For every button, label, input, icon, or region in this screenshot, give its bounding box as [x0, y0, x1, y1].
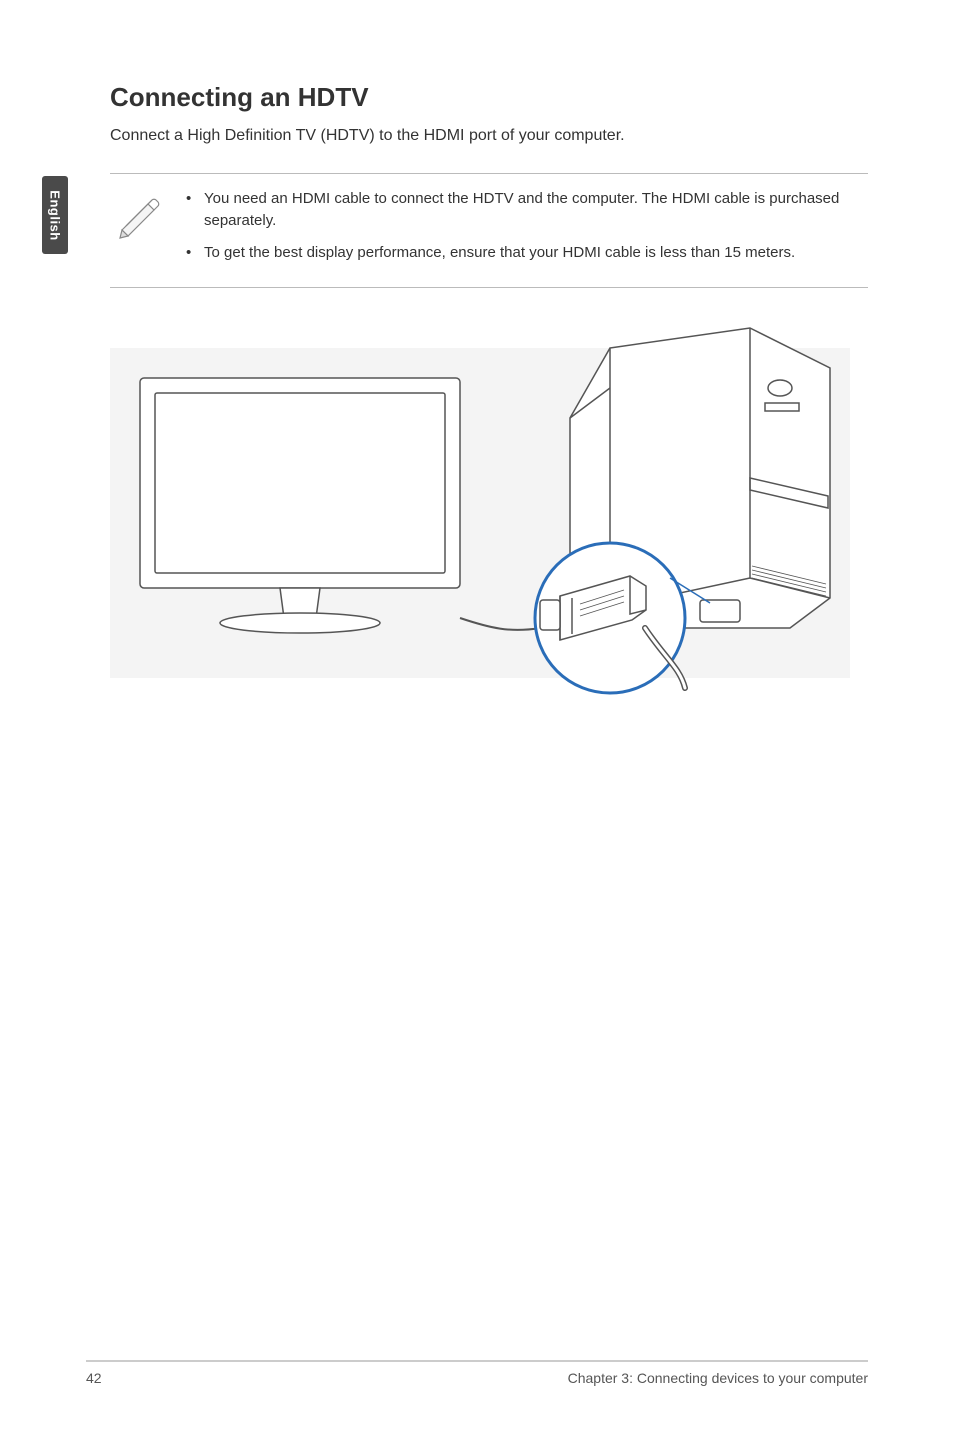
note-item-1: You need an HDMI cable to connect the HD… [186, 188, 868, 232]
note-list: You need an HDMI cable to connect the HD… [186, 188, 868, 273]
language-tab: English [42, 176, 68, 254]
note-block: You need an HDMI cable to connect the HD… [110, 173, 868, 288]
language-tab-label: English [48, 190, 63, 240]
pencil-icon [110, 188, 170, 273]
note-item-2: To get the best display performance, ens… [186, 242, 868, 264]
page-footer: 42 Chapter 3: Connecting devices to your… [86, 1360, 868, 1386]
page-heading: Connecting an HDTV [110, 82, 868, 113]
page-number: 42 [86, 1370, 102, 1386]
diagram-hdmi-connection [110, 318, 868, 723]
page-container: English Connecting an HDTV Connect a Hig… [0, 0, 954, 1438]
intro-text: Connect a High Definition TV (HDTV) to t… [110, 127, 868, 145]
chapter-title: Chapter 3: Connecting devices to your co… [568, 1370, 868, 1386]
